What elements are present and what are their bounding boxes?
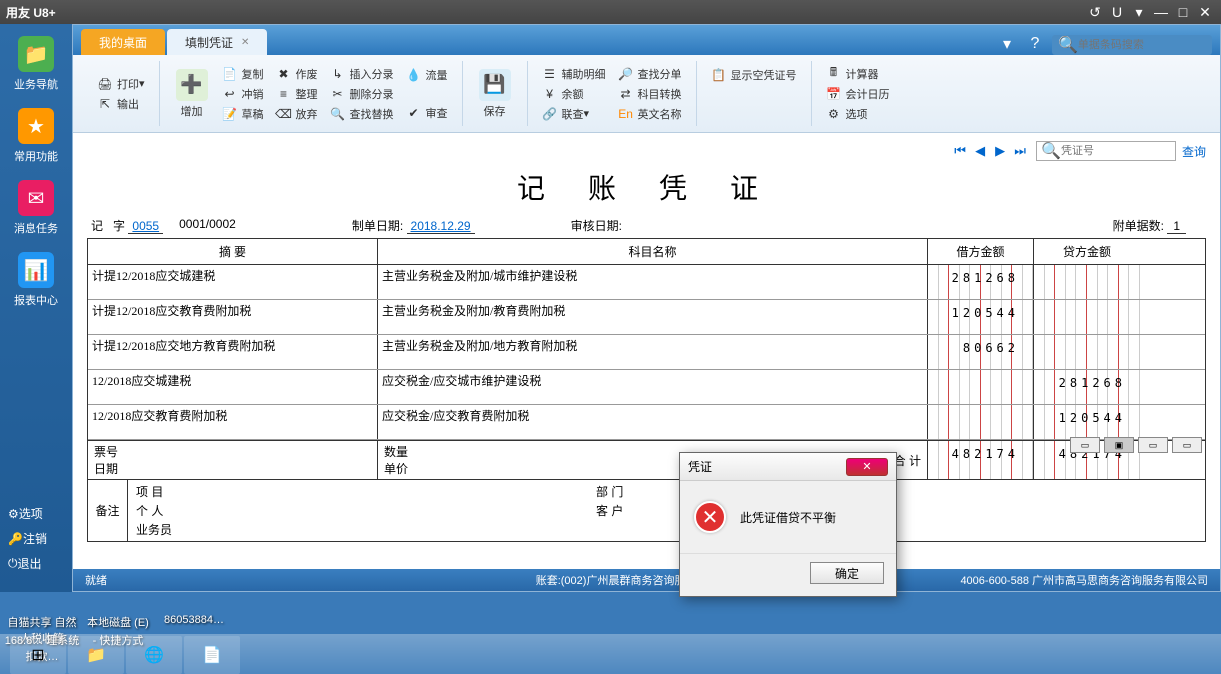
nav-logout[interactable]: 🔑 注销	[0, 526, 72, 551]
u-icon[interactable]: U	[1107, 4, 1127, 20]
dialog-message: 此凭证借贷不平衡	[740, 509, 836, 526]
btn-reverse[interactable]: ↩冲销	[216, 84, 270, 104]
col-credit: 贷方金额	[1034, 239, 1140, 264]
btn-calendar[interactable]: 📅会计日历	[820, 84, 896, 104]
maximize-icon[interactable]: □	[1173, 4, 1193, 20]
voucher-no-input[interactable]	[1061, 145, 1171, 157]
doc-meta: 记 字 0055 0001/0002 制单日期: 2018.12.29 审核日期…	[87, 217, 1206, 238]
tab-desktop[interactable]: 我的桌面	[81, 29, 165, 55]
remark-label: 备注	[88, 480, 128, 541]
col-debit: 借方金额	[928, 239, 1034, 264]
dialog-ok-button[interactable]: 确定	[810, 562, 884, 584]
voucher-table: 摘 要 科目名称 借方金额 贷方金额 计提12/2018应交城建税主营业务税金及…	[87, 238, 1206, 542]
btn-link[interactable]: 🔗联查 ▾	[536, 104, 612, 124]
taskbar-area: 自猫共享 自然人税收管 本地磁盘 (E) 86053884… 168.8… 理系…	[0, 614, 1221, 674]
voucher-search[interactable]: 🔍	[1036, 141, 1176, 161]
nav-next-icon[interactable]: ▶	[991, 142, 1009, 160]
titlebar: 用友 U8+ ↺ U ▾ — □ ✕	[0, 0, 1221, 24]
footer-btn-3[interactable]: ▭	[1138, 437, 1168, 453]
table-row[interactable]: 计提12/2018应交教育费附加税主营业务税金及附加/教育费附加税120544	[88, 300, 1205, 335]
make-date[interactable]: 2018.12.29	[407, 219, 475, 234]
status-hotline: 4006-600-588 广州市高马思商务咨询服务有限公司	[960, 572, 1208, 588]
btn-abandon[interactable]: ⌫放弃	[270, 104, 324, 124]
nav-first-icon[interactable]: ⏮	[951, 142, 969, 160]
dialog-close-icon[interactable]: ✕	[846, 458, 888, 476]
btn-engname[interactable]: En英文名称	[612, 104, 688, 124]
windows-taskbar[interactable]: ⊞ 📁 🌐 📄	[0, 634, 1221, 674]
btn-find-replace[interactable]: 🔍查找替换	[324, 104, 400, 124]
btn-draft[interactable]: 📝草稿	[216, 104, 270, 124]
barcode-input[interactable]	[1078, 39, 1206, 51]
btn-save[interactable]: 💾保存	[471, 61, 519, 126]
btn-add[interactable]: ➕增加	[168, 61, 216, 126]
footer-btn-2[interactable]: ▣	[1104, 437, 1134, 453]
app-brand: 用友 U8+	[6, 4, 56, 21]
nav-prev-icon[interactable]: ◀	[971, 142, 989, 160]
nav-options[interactable]: ⚙ 选项	[0, 501, 72, 526]
dialog-title: 凭证	[688, 458, 712, 475]
btn-calc[interactable]: 🖩计算器	[820, 64, 896, 84]
task-pin[interactable]: 📁	[68, 636, 124, 674]
btn-findbill[interactable]: 🔎查找分单	[612, 64, 688, 84]
voucher-no[interactable]: 0055	[128, 219, 163, 234]
footer-btn-4[interactable]: ▭	[1172, 437, 1202, 453]
nav-favorites[interactable]: ★常用功能	[0, 102, 72, 174]
btn-option[interactable]: ⚙选项	[820, 104, 896, 124]
btn-acctconv[interactable]: ⇄科目转换	[612, 84, 688, 104]
btn-copy[interactable]: 📄复制	[216, 64, 270, 84]
error-dialog: 凭证 ✕ ✕ 此凭证借贷不平衡 确定	[679, 452, 897, 597]
table-row[interactable]: 12/2018应交教育费附加税应交税金/应交教育费附加税120544	[88, 405, 1205, 440]
footer-btn-1[interactable]: ▭	[1070, 437, 1100, 453]
reload-icon[interactable]: ↺	[1085, 4, 1105, 20]
table-row[interactable]: 计提12/2018应交城建税主营业务税金及附加/城市维护建设税281268	[88, 265, 1205, 300]
btn-flow[interactable]: 💧流量	[400, 65, 454, 85]
btn-balance[interactable]: ¥余额	[536, 84, 612, 104]
voucher-content: ⏮ ◀ ▶ ⏭ 🔍 查询 记 账 凭 证 记 字 0055 0001/0002 …	[73, 133, 1220, 569]
help-icon[interactable]: ?	[1024, 33, 1046, 55]
btn-tidy[interactable]: ≡整理	[270, 84, 324, 104]
work-area: 我的桌面 填制凭证✕ ▾ ? 🔍 🖨打印 ▾ ⇱输出 ➕增加 📄复制 ↩冲销 📝…	[72, 24, 1221, 592]
col-summary: 摘 要	[88, 239, 378, 264]
nav-exit[interactable]: ⏻ 退出	[0, 551, 72, 576]
nav-messages[interactable]: ✉消息任务	[0, 174, 72, 246]
btn-showempty[interactable]: 📋显示空凭证号	[705, 65, 803, 85]
tab-bar: 我的桌面 填制凭证✕ ▾ ? 🔍	[73, 25, 1220, 55]
close-icon[interactable]: ✕	[1195, 4, 1215, 20]
nav-reports[interactable]: 📊报表中心	[0, 246, 72, 318]
btn-print[interactable]: 🖨打印 ▾	[91, 74, 151, 94]
btn-delete-row[interactable]: ✂删除分录	[324, 84, 400, 104]
query-link[interactable]: 查询	[1182, 143, 1206, 160]
btn-audit[interactable]: ✔审查	[400, 103, 454, 123]
minimize-icon[interactable]: —	[1151, 4, 1171, 20]
table-row[interactable]: 计提12/2018应交地方教育费附加税主营业务税金及附加/地方教育附加税8066…	[88, 335, 1205, 370]
btn-aux[interactable]: ☰辅助明细	[536, 64, 612, 84]
barcode-search[interactable]: 🔍	[1052, 35, 1212, 55]
error-icon: ✕	[694, 501, 726, 533]
task-pin[interactable]: 🌐	[126, 636, 182, 674]
table-row[interactable]: 12/2018应交城建税应交税金/应交城市维护建设税281268	[88, 370, 1205, 405]
col-account: 科目名称	[378, 239, 928, 264]
start-button[interactable]: ⊞	[10, 636, 66, 674]
btn-output[interactable]: ⇱输出	[91, 94, 151, 114]
tab-close-icon[interactable]: ✕	[241, 37, 249, 48]
status-bar: 就绪 账套:(002)广州晨群商务咨询服务有限公… 4006-600-588 广…	[73, 569, 1220, 591]
dropdown-icon[interactable]: ▾	[1129, 4, 1149, 20]
tab-voucher[interactable]: 填制凭证✕	[167, 29, 267, 55]
btn-insert-row[interactable]: ↳插入分录	[324, 64, 400, 84]
nav-last-icon[interactable]: ⏭	[1011, 142, 1029, 160]
doc-title: 记 账 凭 证	[87, 167, 1206, 207]
task-pin[interactable]: 📄	[184, 636, 240, 674]
btn-void[interactable]: ✖作废	[270, 64, 324, 84]
nav-business[interactable]: 📁业务导航	[0, 30, 72, 102]
status-ready: 就绪	[85, 572, 107, 588]
ribbon: 🖨打印 ▾ ⇱输出 ➕增加 📄复制 ↩冲销 📝草稿 ✖作废 ≡整理 ⌫放弃 ↳插…	[73, 55, 1220, 133]
tabs-more-icon[interactable]: ▾	[996, 33, 1018, 55]
